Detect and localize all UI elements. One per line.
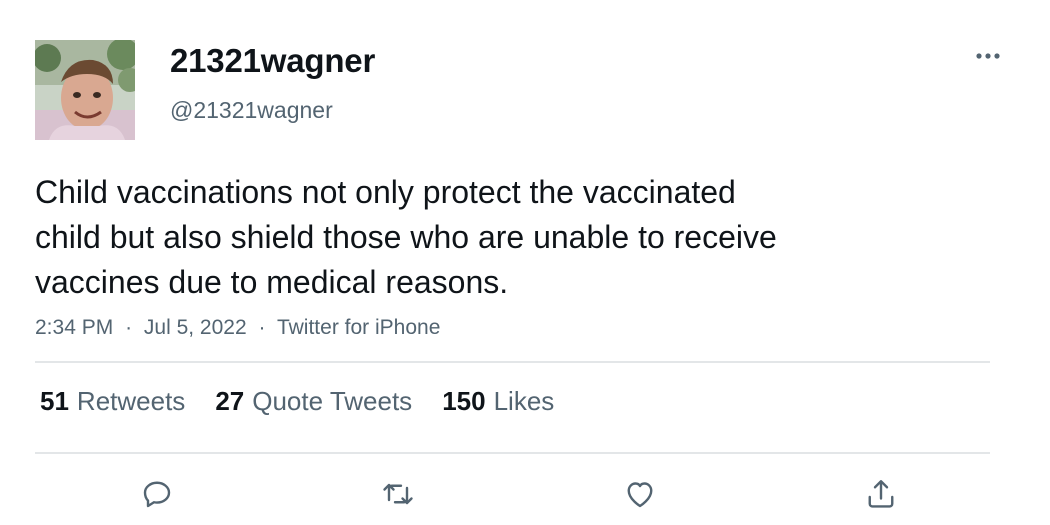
share-icon xyxy=(868,480,894,508)
divider xyxy=(35,361,990,363)
display-name[interactable]: 21321wagner xyxy=(170,42,375,80)
tweet-detail: 21321wagner @21321wagner Child vaccinati… xyxy=(0,0,1050,525)
tweet-time[interactable]: 2:34 PM xyxy=(35,316,113,339)
tweet-actions xyxy=(0,474,1050,514)
tweet-text-line: child but also shield those who are unab… xyxy=(35,219,777,255)
quote-tweets-label: Quote Tweets xyxy=(252,386,413,416)
tweet-metadata: 2:34 PM · Jul 5, 2022 · Twitter for iPho… xyxy=(35,316,440,340)
tweet-date[interactable]: Jul 5, 2022 xyxy=(144,316,247,339)
tweet-text: Child vaccinations not only protect the … xyxy=(35,170,915,305)
separator-dot: · xyxy=(258,316,266,339)
retweet-button[interactable] xyxy=(378,474,418,514)
divider xyxy=(35,452,990,454)
user-handle[interactable]: @21321wagner xyxy=(170,97,333,124)
reply-icon xyxy=(143,481,171,508)
likes-label: Likes xyxy=(493,386,555,416)
tweet-source[interactable]: Twitter for iPhone xyxy=(277,316,440,339)
quote-tweets-stat[interactable]: 27 Quote Tweets xyxy=(215,386,412,417)
reply-button[interactable] xyxy=(137,474,177,514)
retweet-icon xyxy=(383,483,413,505)
avatar-photo xyxy=(35,40,135,140)
retweets-count: 51 xyxy=(40,386,69,416)
quote-tweets-count: 27 xyxy=(215,386,245,416)
likes-stat[interactable]: 150 Likes xyxy=(442,386,554,417)
like-button[interactable] xyxy=(620,474,660,514)
more-horizontal-icon xyxy=(976,53,1000,59)
retweets-label: Retweets xyxy=(76,386,186,416)
more-options-button[interactable] xyxy=(970,44,1006,68)
heart-icon xyxy=(627,482,653,508)
likes-count: 150 xyxy=(442,386,486,416)
tweet-text-line: Child vaccinations not only protect the … xyxy=(35,174,736,210)
separator-dot: · xyxy=(125,316,133,339)
tweet-stats: 51 Retweets 27 Quote Tweets 150 Likes xyxy=(40,386,584,417)
retweets-stat[interactable]: 51 Retweets xyxy=(40,386,185,417)
share-button[interactable] xyxy=(861,474,901,514)
avatar[interactable] xyxy=(35,40,135,140)
tweet-text-line: vaccines due to medical reasons. xyxy=(35,264,509,300)
